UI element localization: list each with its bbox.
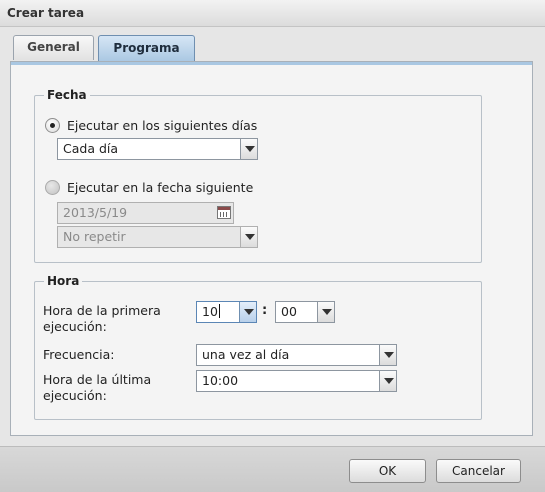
first-run-label: Hora de la primera ejecución: bbox=[43, 303, 161, 335]
radio-following-date[interactable] bbox=[45, 180, 60, 195]
fecha-legend: Fecha bbox=[47, 88, 87, 102]
programa-panel: Fecha Ejecutar en los siguientes días Ca… bbox=[10, 61, 533, 436]
hour-select-value[interactable]: 10 bbox=[202, 304, 218, 319]
first-run-label-line2: ejecución: bbox=[43, 319, 107, 334]
repeat-select-value: No repetir bbox=[63, 229, 126, 244]
tab-general[interactable]: General bbox=[13, 35, 94, 60]
minute-select[interactable]: 00 bbox=[275, 301, 335, 323]
last-run-label: Hora de la última ejecución: bbox=[43, 372, 151, 404]
last-run-select[interactable]: 10:00 bbox=[196, 370, 397, 392]
last-run-select-value: 10:00 bbox=[202, 373, 239, 388]
dialog-footer: OK Cancelar bbox=[0, 446, 545, 492]
create-task-dialog: Crear tarea General Programa Fecha Ejecu… bbox=[0, 0, 545, 492]
dialog-title: Crear tarea bbox=[7, 6, 85, 20]
chevron-down-icon[interactable] bbox=[239, 302, 256, 322]
chevron-down-icon[interactable] bbox=[240, 139, 257, 159]
option-following-days-label: Ejecutar en los siguientes días bbox=[67, 118, 258, 133]
tab-programa[interactable]: Programa bbox=[98, 35, 195, 62]
cancel-button[interactable]: Cancelar bbox=[436, 459, 521, 483]
title-bar[interactable]: Crear tarea bbox=[0, 0, 545, 27]
frequency-select[interactable]: una vez al día bbox=[196, 344, 397, 366]
minute-select-value: 00 bbox=[281, 304, 297, 319]
chevron-down-icon[interactable] bbox=[379, 371, 396, 391]
date-input-value: 2013/5/19 bbox=[63, 205, 128, 220]
last-run-label-line1: Hora de la última bbox=[43, 372, 152, 387]
hour-select[interactable]: 10 bbox=[196, 301, 257, 323]
days-select-value: Cada día bbox=[63, 141, 119, 156]
radio-following-days[interactable] bbox=[45, 118, 60, 133]
ok-button[interactable]: OK bbox=[349, 459, 426, 483]
option-following-days[interactable]: Ejecutar en los siguientes días bbox=[45, 118, 257, 133]
hora-legend: Hora bbox=[47, 274, 80, 288]
date-input[interactable]: 2013/5/19 bbox=[57, 202, 234, 224]
text-caret bbox=[218, 304, 220, 318]
repeat-select[interactable]: No repetir bbox=[57, 226, 258, 248]
chevron-down-icon[interactable] bbox=[240, 227, 257, 247]
chevron-down-icon[interactable] bbox=[379, 345, 396, 365]
time-separator: : bbox=[262, 303, 268, 318]
first-run-label-line1: Hora de la primera bbox=[43, 303, 161, 318]
option-following-date-label: Ejecutar en la fecha siguiente bbox=[67, 180, 254, 195]
frequency-label: Frecuencia: bbox=[43, 347, 115, 362]
days-select[interactable]: Cada día bbox=[57, 138, 258, 160]
option-following-date[interactable]: Ejecutar en la fecha siguiente bbox=[45, 180, 253, 195]
last-run-label-line2: ejecución: bbox=[43, 388, 107, 403]
chevron-down-icon[interactable] bbox=[317, 302, 334, 322]
frequency-select-value: una vez al día bbox=[202, 347, 290, 362]
calendar-icon[interactable] bbox=[217, 206, 231, 219]
